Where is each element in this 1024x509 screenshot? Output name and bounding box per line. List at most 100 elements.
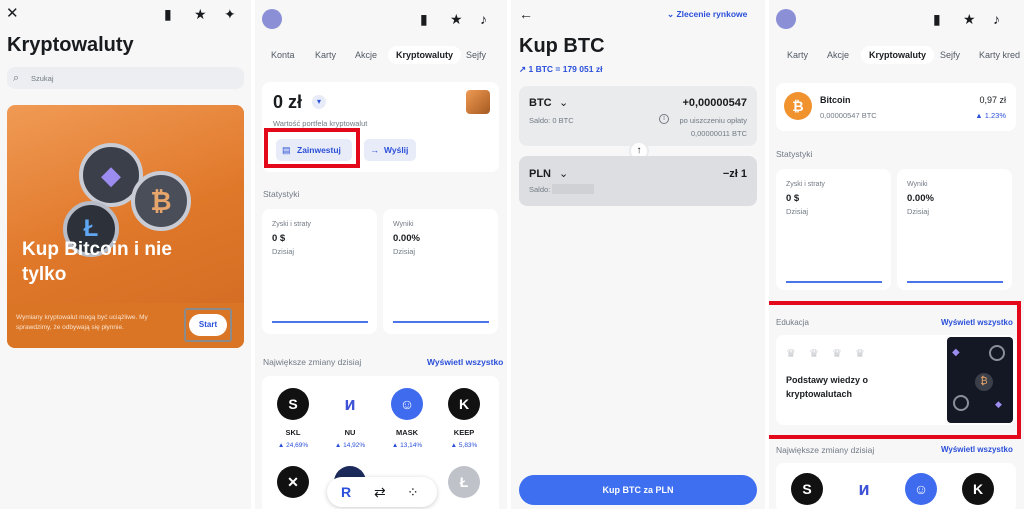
chart-icon[interactable]: ▮ xyxy=(420,11,428,27)
coin-symbol: KEEP xyxy=(453,428,475,437)
send-button[interactable]: → Wyślij xyxy=(364,139,416,161)
to-currency[interactable]: PLN xyxy=(529,168,551,180)
balance-caption: Wartość portfela kryptowalut xyxy=(273,119,368,128)
transfer-icon[interactable]: ⇄ xyxy=(374,484,386,500)
bitcoin-coin-icon: ₿ xyxy=(131,171,191,231)
asset-name: Bitcoin xyxy=(820,95,851,105)
trophy-icon: ♛ xyxy=(855,348,865,360)
tab-sejfy[interactable]: Sejfy xyxy=(458,46,494,64)
movers-title: Największe zmiany dzisiaj xyxy=(263,357,362,367)
coin-change: ▲ 24,69% xyxy=(277,442,309,449)
star-icon[interactable]: ★ xyxy=(963,11,976,27)
stat-card-results: Wyniki 0.00% Dzisiaj xyxy=(383,209,498,334)
movers-see-all-link[interactable]: Wyświetl wszystko xyxy=(941,445,1013,454)
tab-kryptowaluty[interactable]: Kryptowaluty xyxy=(388,46,462,64)
chart-icon[interactable]: ▮ xyxy=(164,6,172,22)
tab-karty[interactable]: Karty xyxy=(307,46,344,64)
balance-amount: 0 zł xyxy=(273,92,303,112)
stat-line xyxy=(393,321,489,323)
coin-change: ▲ 14,92% xyxy=(334,442,366,449)
exchange-rate: ↗ 1 BTC = 179 051 zł xyxy=(519,64,602,75)
page-title: Kryptowaluty xyxy=(7,34,134,56)
stat-period: Dzisiaj xyxy=(272,247,295,256)
litecoin-coin-icon[interactable]: Ł xyxy=(448,466,480,498)
tab-sejfy[interactable]: Sejfy xyxy=(932,46,968,64)
info-icon[interactable]: i xyxy=(659,114,669,124)
arrow-right-icon: → xyxy=(370,145,379,155)
coin-icon[interactable]: ✕ xyxy=(277,466,309,498)
edu-see-all-link[interactable]: Wyświetl wszystko xyxy=(941,318,1013,327)
star-icon[interactable]: ★ xyxy=(194,6,207,22)
avatar[interactable] xyxy=(776,9,796,29)
edu-card-image: ◆ ₿ ◆ xyxy=(947,337,1013,423)
back-arrow-icon[interactable]: ← xyxy=(519,6,533,22)
ethereum-coin-icon: ◆ xyxy=(952,347,960,358)
asset-row-bitcoin[interactable]: ₿ Bitcoin 0,00000547 BTC 0,97 zł ▲ 1.23% xyxy=(776,83,1016,131)
trophy-icon: ♛ xyxy=(786,348,796,360)
bell-icon[interactable]: ♪ xyxy=(993,11,1000,27)
home-icon[interactable]: R xyxy=(341,484,351,500)
stat-line xyxy=(786,281,882,283)
tab-konta[interactable]: Konta xyxy=(263,46,303,64)
to-amount[interactable]: −zł 1 xyxy=(723,168,747,180)
from-amount[interactable]: +0,00000547 xyxy=(682,97,747,109)
blurred-balance xyxy=(552,184,594,194)
bitcoin-coin-icon: ₿ xyxy=(975,373,993,391)
grid-icon[interactable]: ⁘ xyxy=(407,484,419,500)
keep-coin-icon[interactable]: K xyxy=(962,473,994,505)
invest-highlight xyxy=(264,128,360,168)
asset-amount: 0,00000547 BTC xyxy=(820,111,877,120)
edu-card[interactable]: ♛ ♛ ♛ ♛ Podstawy wiedzy o kryptowalutach… xyxy=(776,335,1016,425)
skl-coin-icon[interactable]: S xyxy=(277,388,309,420)
tab-akcje[interactable]: Akcje xyxy=(819,46,857,64)
chart-icon[interactable]: ▮ xyxy=(933,11,941,27)
search-input[interactable]: ⌕ Szukaj xyxy=(7,67,244,89)
stats-title: Statystyki xyxy=(776,149,813,159)
star-icon[interactable]: ★ xyxy=(450,11,463,27)
trophy-icon: ♛ xyxy=(832,348,842,360)
coin-symbol: SKL xyxy=(285,428,301,437)
coin-icon xyxy=(953,395,969,411)
nu-coin-icon[interactable]: ᴎ xyxy=(334,388,366,420)
stat-line xyxy=(907,281,1003,283)
pin-icon[interactable]: ✦ xyxy=(224,6,236,22)
stat-label: Wyniki xyxy=(907,181,928,188)
stat-card-pnl: Zyski i straty 0 $ Dzisiaj xyxy=(776,169,891,290)
see-all-link[interactable]: Wyświetl wszystko xyxy=(427,357,503,367)
fee-amount: 0,00000011 BTC xyxy=(690,129,747,138)
skl-coin-icon[interactable]: S xyxy=(791,473,823,505)
avatar[interactable] xyxy=(262,9,282,29)
coin-symbol: MASK xyxy=(395,428,419,437)
order-type-dropdown[interactable]: ⌄ Zlecenie rynkowe xyxy=(667,9,747,20)
portfolio-thumbnail xyxy=(466,90,490,114)
currency-dropdown[interactable]: ▾ xyxy=(312,95,326,109)
to-currency-box[interactable]: PLN ⌄ Saldo: −zł 1 xyxy=(519,156,757,206)
order-type-label: Zlecenie rynkowe xyxy=(676,9,748,19)
bitcoin-coin-icon: ₿ xyxy=(784,92,812,120)
mask-coin-icon[interactable]: ☺ xyxy=(391,388,423,420)
bell-icon[interactable]: ♪ xyxy=(480,11,487,27)
nu-coin-icon[interactable]: ᴎ xyxy=(848,473,880,505)
trophy-icon: ♛ xyxy=(809,348,819,360)
coin-symbol: NU xyxy=(344,428,356,437)
stat-card-pnl: Zyski i straty 0 $ Dzisiaj xyxy=(262,209,377,334)
mask-coin-icon[interactable]: ☺ xyxy=(905,473,937,505)
keep-coin-icon[interactable]: K xyxy=(448,388,480,420)
from-currency-box[interactable]: BTC ⌄ Saldo: 0 BTC +0,00000547 i po uisz… xyxy=(519,86,757,146)
tab-kryptowaluty[interactable]: Kryptowaluty xyxy=(861,46,935,64)
movers-card: S ᴎ ☺ K xyxy=(776,463,1016,509)
hero-banner: ◆ ₿ Ł Kup Bitcoin i nie tylko Wymiany kr… xyxy=(7,105,244,348)
buy-btc-screen: ← ⌄ Zlecenie rynkowe Kup BTC ↗ 1 BTC = 1… xyxy=(511,0,765,509)
tab-karty-kredytowe[interactable]: Karty kred xyxy=(971,46,1024,64)
from-currency[interactable]: BTC xyxy=(529,97,552,109)
stat-value: 0 $ xyxy=(272,233,286,244)
chevron-down-icon: ⌄ xyxy=(559,97,569,109)
buy-button[interactable]: Kup BTC za PLN xyxy=(519,475,757,505)
tab-karty[interactable]: Karty xyxy=(779,46,816,64)
hero-disclaimer: Wymiany kryptowalut mogą być uciążliwe. … xyxy=(16,314,148,331)
to-balance: Saldo: xyxy=(529,185,551,194)
stat-period: Dzisiaj xyxy=(393,247,416,256)
search-icon: ⌕ xyxy=(13,72,20,84)
close-icon[interactable]: ✕ xyxy=(6,6,19,22)
tab-akcje[interactable]: Akcje xyxy=(347,46,385,64)
